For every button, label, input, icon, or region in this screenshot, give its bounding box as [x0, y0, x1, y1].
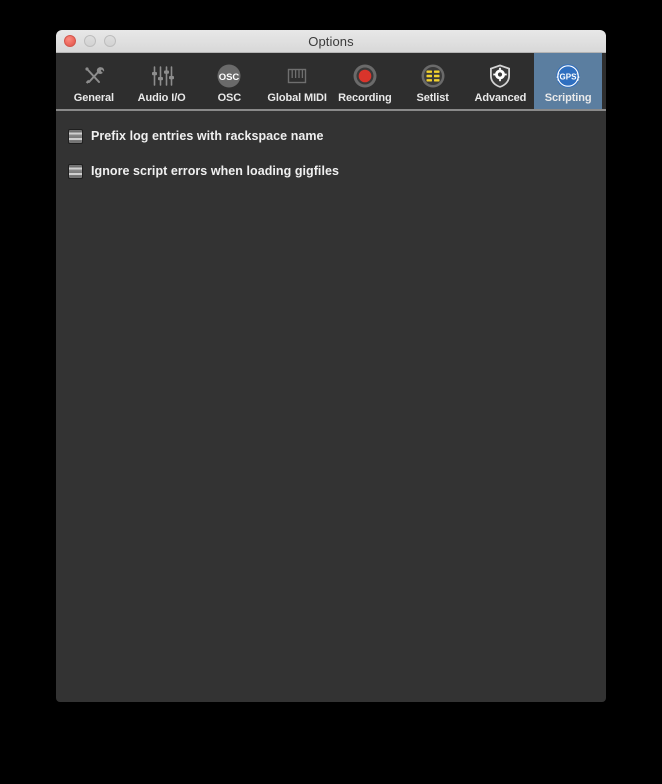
osc-icon: OSC: [216, 63, 242, 89]
tab-label-global-midi: Global MIDI: [267, 91, 327, 104]
record-dot-icon: [352, 63, 378, 89]
options-toolbar: General Audio I/O OSC OSC Global MIDI Re…: [56, 53, 606, 111]
window-titlebar: Options: [56, 30, 606, 53]
maximize-window-button[interactable]: [104, 35, 116, 47]
tab-label-audio-io: Audio I/O: [137, 91, 186, 104]
tab-global-midi[interactable]: Global MIDI: [263, 53, 331, 109]
setlist-icon: [420, 63, 446, 89]
piano-keys-icon: [285, 63, 309, 89]
option-row-ignore-script-errors[interactable]: Ignore script errors when loading gigfil…: [68, 160, 606, 182]
shield-gear-icon: [488, 63, 512, 89]
option-row-prefix-log-entries[interactable]: Prefix log entries with rackspace name: [68, 125, 606, 147]
tab-label-general: General: [73, 91, 114, 104]
checkbox-ignore-script-errors[interactable]: [68, 163, 83, 179]
tab-setlist[interactable]: Setlist: [399, 53, 467, 109]
checkbox-prefix-log-entries[interactable]: [68, 128, 83, 144]
tab-label-recording: Recording: [338, 91, 392, 104]
tools-icon: [82, 63, 106, 89]
option-label-ignore-script-errors: Ignore script errors when loading gigfil…: [91, 164, 339, 178]
sliders-icon: [150, 63, 174, 89]
gps-badge-icon: {GPS}: [555, 63, 581, 89]
tab-advanced[interactable]: Advanced: [467, 53, 535, 109]
close-window-button[interactable]: [64, 35, 76, 47]
tab-label-scripting: Scripting: [544, 91, 592, 104]
tab-label-osc: OSC: [217, 91, 242, 104]
scripting-options-pane: Prefix log entries with rackspace name I…: [56, 111, 606, 702]
tab-recording[interactable]: Recording: [331, 53, 399, 109]
gps-badge-text: {GPS}: [557, 72, 580, 81]
tab-label-advanced: Advanced: [474, 91, 527, 104]
osc-badge-text: OSC: [219, 72, 240, 83]
tab-osc[interactable]: OSC OSC: [196, 53, 264, 109]
minimize-window-button[interactable]: [84, 35, 96, 47]
window-title: Options: [308, 33, 354, 49]
tab-scripting[interactable]: {GPS} Scripting: [534, 53, 602, 109]
traffic-lights: [64, 30, 116, 52]
tab-audio-io[interactable]: Audio I/O: [128, 53, 196, 109]
tab-label-setlist: Setlist: [416, 91, 449, 104]
tab-general[interactable]: General: [60, 53, 128, 109]
options-window: Options General Audio I/O OSC OSC Global…: [56, 30, 606, 702]
option-label-prefix-log-entries: Prefix log entries with rackspace name: [91, 129, 324, 143]
